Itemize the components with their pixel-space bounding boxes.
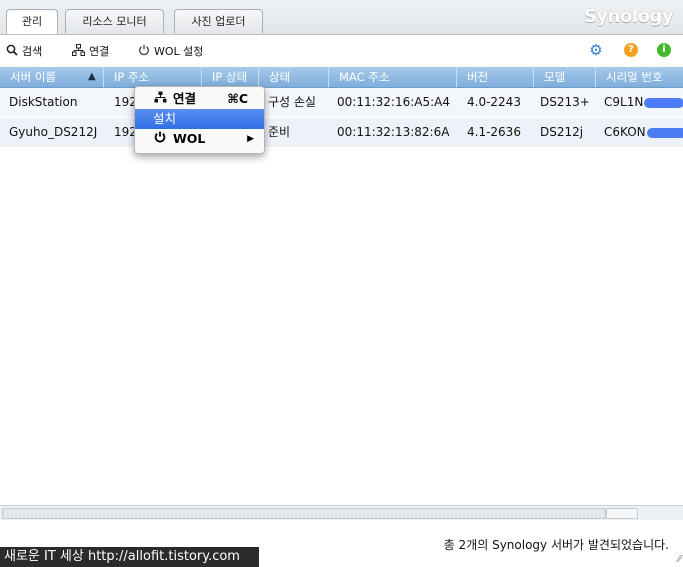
column-serial-number[interactable]: 시리얼 번호	[596, 67, 683, 87]
version-cell: 4.1-2636	[467, 125, 521, 139]
serial-text: C9L1N	[604, 95, 644, 109]
model-cell: DS213+	[540, 95, 590, 109]
status-cell: 준비	[268, 125, 291, 139]
help-icon[interactable]: ?	[624, 43, 638, 57]
network-icon	[154, 89, 167, 109]
wol-settings-button[interactable]: WOL 설정	[138, 43, 203, 59]
menu-item-shortcut: ⌘C	[227, 91, 248, 106]
redaction-mask	[644, 97, 683, 108]
version-cell: 4.0-2243	[467, 95, 521, 109]
wol-settings-label: WOL 설정	[154, 45, 204, 58]
watermark: 새로운 IT 세상 http://allofit.tistory.com	[0, 547, 259, 567]
resize-grip-icon[interactable]: ⁄⁄	[678, 554, 681, 565]
column-version[interactable]: 버전	[457, 67, 534, 87]
column-label: 시리얼 번호	[606, 70, 663, 84]
menu-item-label: WOL	[173, 131, 206, 146]
tab-resource-monitor[interactable]: 리소스 모니터	[65, 9, 164, 33]
column-ip-status[interactable]: IP 상태	[202, 67, 259, 87]
table-header: 서버 이름 ▲ IP 주소 IP 상태 상태 MAC 주소 버전 모델 시리얼 …	[0, 67, 683, 88]
column-label: IP 상태	[212, 70, 248, 84]
serial-text: C6KON	[604, 125, 646, 139]
power-icon	[154, 129, 166, 149]
table-row[interactable]: Gyuho_DS212J 192 준비 00:11:32:13:82:6A 4.…	[0, 118, 683, 147]
sort-ascending-icon: ▲	[88, 71, 96, 82]
synology-logo: Synology	[583, 6, 674, 27]
status-cell: 구성 손실	[268, 95, 316, 109]
submenu-arrow-icon: ▶	[247, 134, 254, 144]
column-label: 버전	[467, 70, 489, 84]
context-menu: 연결 ⌘C 설치 WOL ▶	[134, 86, 265, 154]
network-icon	[72, 43, 85, 59]
tab-management[interactable]: 관리	[6, 9, 58, 34]
gear-icon[interactable]: ⚙	[589, 43, 603, 58]
column-model[interactable]: 모델	[534, 67, 596, 87]
menu-item-wol[interactable]: WOL ▶	[135, 129, 264, 149]
column-server-name[interactable]: 서버 이름 ▲	[0, 67, 104, 87]
column-status[interactable]: 상태	[259, 67, 329, 87]
search-label: 검색	[22, 45, 43, 58]
serial-number-cell: C9L1N	[604, 88, 683, 117]
horizontal-scrollbar[interactable]	[0, 505, 683, 520]
search-icon	[6, 44, 18, 59]
column-mac-address[interactable]: MAC 주소	[329, 67, 457, 87]
mac-address-cell: 00:11:32:16:A5:A4	[337, 95, 450, 109]
column-label: 서버 이름	[10, 70, 56, 84]
table-row[interactable]: DiskStation 192 구성 손실 00:11:32:16:A5:A4 …	[0, 88, 683, 117]
redaction-mask	[646, 127, 683, 138]
model-cell: DS212j	[540, 125, 584, 139]
column-label: IP 주소	[114, 70, 150, 84]
menu-item-connect[interactable]: 연결 ⌘C	[135, 89, 264, 109]
tab-bar: 관리 리소스 모니터 사진 업로더 Synology	[0, 0, 683, 35]
column-label: 상태	[269, 70, 291, 84]
column-ip-address[interactable]: IP 주소	[104, 67, 202, 87]
column-label: 모델	[544, 70, 566, 84]
search-button[interactable]: 검색	[6, 43, 42, 59]
connect-label: 연결	[89, 45, 110, 58]
menu-item-label: 연결	[173, 91, 197, 106]
scrollbar-thumb[interactable]	[2, 508, 606, 519]
serial-number-cell: C6KON	[604, 118, 683, 147]
info-icon[interactable]: i	[657, 43, 671, 57]
server-name-cell: DiskStation	[9, 95, 78, 109]
menu-item-label: 설치	[153, 111, 177, 126]
power-icon	[138, 44, 150, 59]
status-text: 총 2개의 Synology 서버가 발견되었습니다.	[443, 538, 669, 552]
toolbar: 검색 연결 WOL 설정 ⚙ ? i	[0, 35, 683, 66]
server-name-cell: Gyuho_DS212J	[9, 125, 98, 139]
tab-photo-uploader[interactable]: 사진 업로더	[174, 9, 263, 33]
scrollbar-track-end	[606, 508, 638, 519]
menu-item-install[interactable]: 설치	[135, 109, 264, 129]
connect-button[interactable]: 연결	[72, 43, 109, 59]
column-label: MAC 주소	[339, 70, 390, 84]
mac-address-cell: 00:11:32:13:82:6A	[337, 125, 450, 139]
